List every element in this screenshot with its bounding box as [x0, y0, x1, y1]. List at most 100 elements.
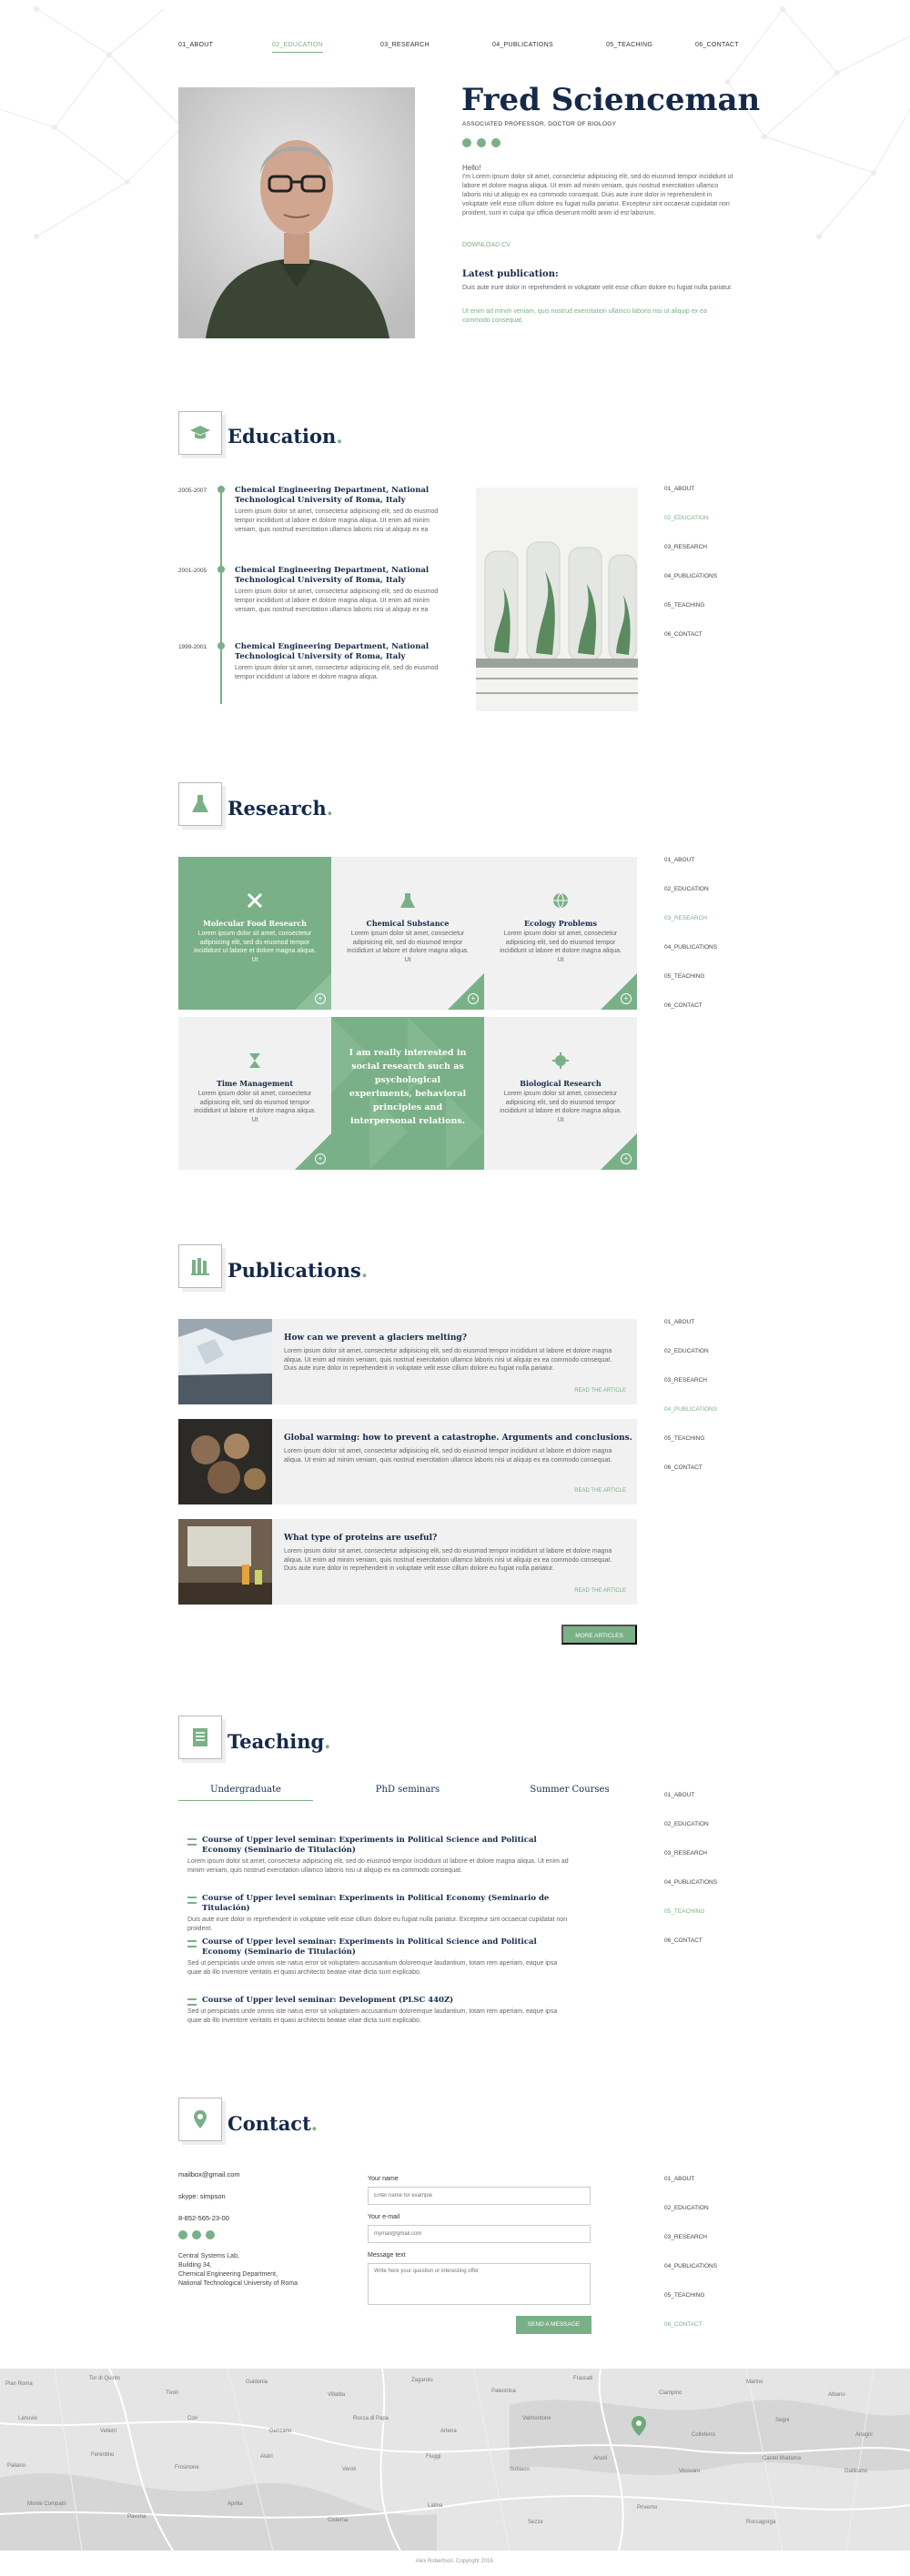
linkedin-icon[interactable] — [491, 138, 500, 147]
side-nav-research[interactable]: 03_RESEARCH — [664, 544, 707, 550]
side-nav-publications[interactable]: 04_PUBLICATIONS — [664, 573, 717, 579]
linkedin-icon[interactable] — [206, 2230, 215, 2239]
more-icon[interactable]: + — [315, 1153, 326, 1164]
research-tile-title: Time Management — [216, 1079, 294, 1088]
side-nav-teaching[interactable]: 05_TEACHING — [664, 973, 704, 980]
map-label: Marino — [746, 2380, 763, 2385]
read-article-link[interactable]: READ THE ARTICLE — [574, 1388, 626, 1394]
map-label: Albano — [828, 2392, 845, 2398]
facebook-icon[interactable] — [462, 138, 471, 147]
research-tile[interactable]: Chemical Substance Lorem ipsum dolor sit… — [331, 857, 484, 1010]
side-nav-education[interactable]: 02_EDUCATION — [664, 1348, 709, 1354]
lab-desk-image — [178, 1519, 272, 1605]
more-articles-button[interactable]: MORE ARTICLES — [561, 1625, 637, 1645]
side-nav-teaching[interactable]: 05_TEACHING — [664, 602, 704, 609]
research-tile-text: Lorem ipsum dolor sit amet, consectetur … — [347, 931, 469, 963]
side-nav-publications[interactable]: 04_PUBLICATIONS — [664, 1879, 717, 1886]
name-label: Your name — [368, 2176, 399, 2182]
twitter-icon[interactable] — [192, 2230, 201, 2239]
research-tile-text: Lorem ipsum dolor sit amet, consectetur … — [500, 1091, 622, 1123]
nav-item-education[interactable]: 02_EDUCATION — [272, 42, 323, 53]
side-nav-about[interactable]: 01_ABOUT — [664, 486, 694, 492]
research-tile[interactable]: Ecology Problems Lorem ipsum dolor sit a… — [484, 857, 637, 1010]
publication-text: Lorem ipsum dolor sit amet, consectetur … — [284, 1548, 612, 1572]
nav-item-research[interactable]: 03_RESEARCH — [380, 42, 430, 48]
read-article-link[interactable]: READ THE ARTICLE — [574, 1588, 626, 1594]
nav-item-teaching[interactable]: 05_TEACHING — [606, 42, 652, 48]
side-nav-research[interactable]: 03_RESEARCH — [664, 2234, 707, 2240]
publication-title[interactable]: What type of proteins are useful? — [284, 1534, 437, 1543]
side-nav-about[interactable]: 01_ABOUT — [664, 2176, 694, 2182]
research-tile[interactable]: Time Management Lorem ipsum dolor sit am… — [178, 1017, 331, 1170]
side-nav-contact[interactable]: 06_CONTACT — [664, 1937, 703, 1944]
side-nav-education[interactable]: 02_EDUCATION — [664, 886, 709, 892]
tab-undergraduate[interactable]: Undergraduate — [178, 1785, 313, 1801]
nav-item-about[interactable]: 01_ABOUT — [178, 42, 213, 48]
send-message-button[interactable]: SEND A MESSAGE — [516, 2316, 592, 2334]
course-item: Course of Upper level seminar: Experimen… — [187, 1894, 570, 1934]
publication-card[interactable]: How can we prevent a glaciers melting? L… — [178, 1319, 637, 1404]
name-field[interactable] — [368, 2187, 591, 2205]
more-icon[interactable]: + — [621, 1153, 632, 1164]
latest-publication-text: Duis aute irure dolor in reprehenderit i… — [462, 285, 733, 291]
side-nav-teaching[interactable]: 05_TEACHING — [664, 1435, 704, 1442]
more-icon[interactable]: + — [621, 993, 632, 1004]
microbe-icon — [552, 1052, 569, 1069]
publications-section-icon — [178, 1244, 222, 1288]
side-nav-publications[interactable]: 04_PUBLICATIONS — [664, 944, 717, 951]
side-nav-contact[interactable]: 06_CONTACT — [664, 2321, 703, 2328]
research-tile-title: Ecology Problems — [524, 919, 597, 928]
side-nav-teaching[interactable]: 05_TEACHING — [664, 1908, 704, 1915]
research-tile[interactable]: Biological Research Lorem ipsum dolor si… — [484, 1017, 637, 1170]
research-feature-quote: I am really interested in social researc… — [331, 1017, 484, 1170]
message-field[interactable] — [368, 2263, 591, 2305]
publication-title[interactable]: How can we prevent a glaciers melting? — [284, 1333, 467, 1343]
course-text: Duis aute irure dolor in reprehenderit i… — [187, 1917, 568, 1932]
map-label: Tivoli — [166, 2390, 178, 2396]
location-map[interactable]: Pian Roma Tor di Quinto Tivoli Guidonia … — [0, 2369, 910, 2551]
side-nav-education[interactable]: 02_EDUCATION — [664, 2205, 709, 2211]
map-label: Cisterna — [328, 2518, 349, 2523]
side-nav-research[interactable]: 03_RESEARCH — [664, 915, 707, 921]
side-nav-education[interactable]: 02_EDUCATION — [664, 1821, 709, 1827]
map-label: Gallicano — [844, 2469, 868, 2474]
contact-title: Contact. — [228, 2112, 318, 2135]
course-title: Course of Upper level seminar: Experimen… — [187, 1937, 570, 1957]
side-nav-contact[interactable]: 06_CONTACT — [664, 631, 703, 638]
twitter-icon[interactable] — [477, 138, 486, 147]
nav-item-publications[interactable]: 04_PUBLICATIONS — [492, 42, 553, 48]
email-field[interactable] — [368, 2225, 591, 2243]
side-nav-education[interactable]: 02_EDUCATION — [664, 515, 709, 521]
read-article-link[interactable]: READ THE ARTICLE — [574, 1488, 626, 1494]
more-icon[interactable]: + — [315, 993, 326, 1004]
map-label: Villalba — [328, 2392, 346, 2398]
side-nav-about[interactable]: 01_ABOUT — [664, 857, 694, 863]
greeting: Hello! — [462, 164, 481, 172]
education-title: Education. — [228, 425, 343, 448]
research-tile[interactable]: Molecular Food Research Lorem ipsum dolo… — [178, 857, 331, 1010]
tile-corner — [601, 973, 637, 1010]
publication-card[interactable]: What type of proteins are useful? Lorem … — [178, 1519, 637, 1605]
latest-publication-link[interactable]: Ut enim ad minim veniam, quis nostrud ex… — [462, 307, 735, 326]
side-nav-about[interactable]: 01_ABOUT — [664, 1319, 694, 1325]
side-nav-contact[interactable]: 06_CONTACT — [664, 1002, 703, 1009]
tab-phd-seminars[interactable]: PhD seminars — [340, 1785, 475, 1800]
research-section-icon — [178, 782, 222, 826]
side-nav-about[interactable]: 01_ABOUT — [664, 1792, 694, 1798]
flask-icon — [400, 893, 415, 908]
facebook-icon[interactable] — [178, 2230, 187, 2239]
publication-title[interactable]: Global warming: how to prevent a catastr… — [284, 1434, 632, 1443]
more-icon[interactable]: + — [468, 993, 479, 1004]
side-nav-contact[interactable]: 06_CONTACT — [664, 1464, 703, 1471]
contact-email[interactable]: mailbox@gmail.com — [178, 2170, 240, 2179]
map-label: Roccagorga — [746, 2520, 776, 2525]
publication-card[interactable]: Global warming: how to prevent a catastr… — [178, 1419, 637, 1504]
nav-item-contact[interactable]: 06_CONTACT — [695, 42, 739, 48]
side-nav-research[interactable]: 03_RESEARCH — [664, 1377, 707, 1384]
side-nav-teaching[interactable]: 05_TEACHING — [664, 2292, 704, 2299]
download-cv-link[interactable]: DOWNLOAD CV — [462, 242, 511, 248]
tab-summer-courses[interactable]: Summer Courses — [502, 1785, 637, 1800]
side-nav-publications[interactable]: 04_PUBLICATIONS — [664, 1406, 717, 1413]
side-nav-research[interactable]: 03_RESEARCH — [664, 1850, 707, 1857]
side-nav-publications[interactable]: 04_PUBLICATIONS — [664, 2263, 717, 2269]
